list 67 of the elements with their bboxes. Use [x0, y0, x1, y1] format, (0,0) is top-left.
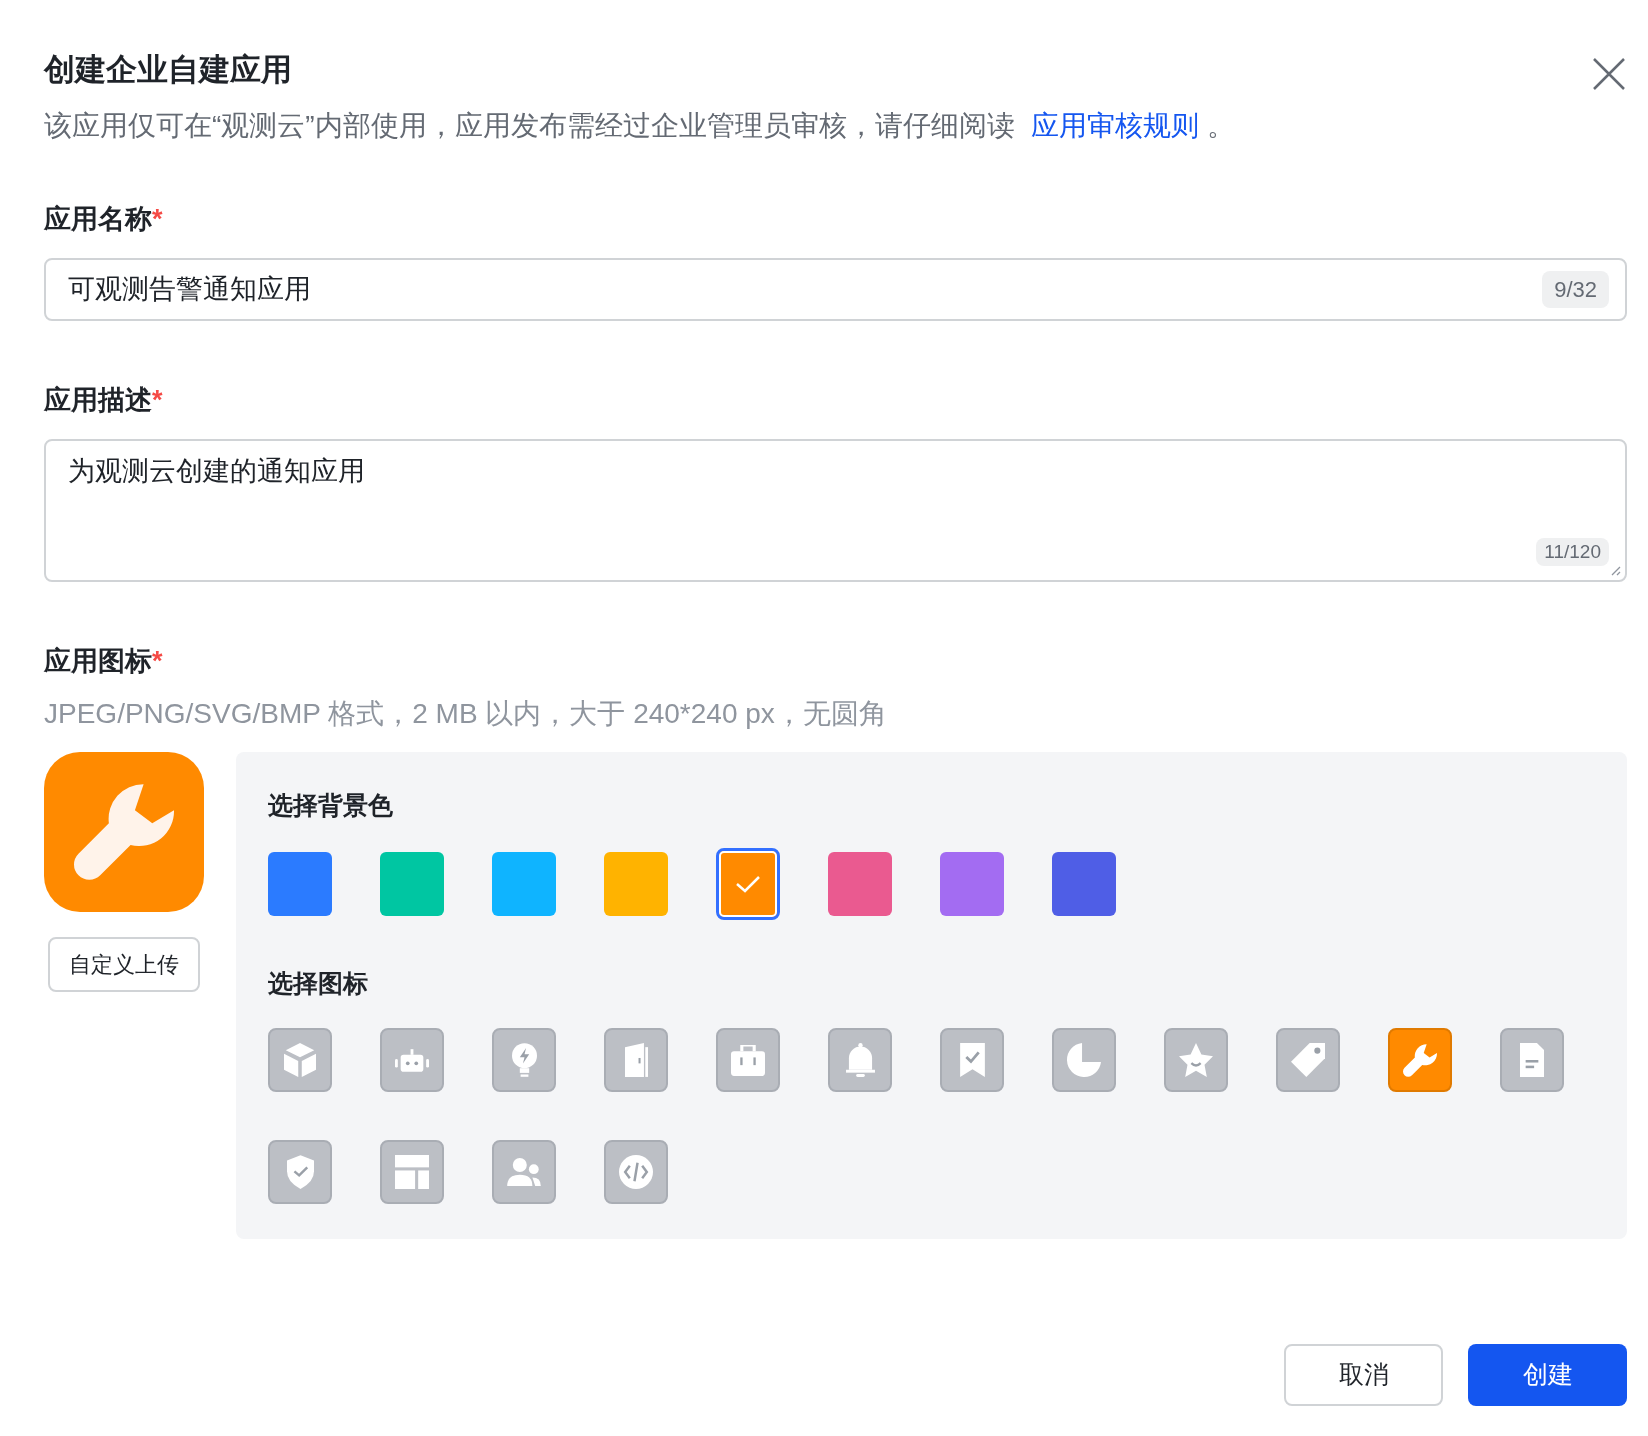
section-title: 选择背景色 [268, 790, 394, 821]
briefcase-icon [731, 1044, 765, 1076]
color-swatch[interactable] [492, 852, 556, 916]
checkmark-icon [735, 874, 761, 894]
cancel-button[interactable]: 取消 [1284, 1344, 1443, 1406]
character-counter: 11/120 [1536, 537, 1609, 566]
required-mark: * [152, 203, 163, 236]
users-icon [507, 1158, 541, 1186]
color-swatch[interactable] [380, 852, 444, 916]
character-counter: 9/32 [1542, 271, 1609, 308]
field-label: 应用描述 [44, 384, 152, 417]
icon-option[interactable] [380, 1140, 444, 1204]
input-value: 可观测告警通知应用 [68, 273, 312, 307]
color-swatch[interactable] [604, 852, 668, 916]
field-label: 应用名称 [44, 203, 152, 236]
icon-option[interactable] [492, 1140, 556, 1204]
custom-upload-button[interactable]: 自定义上传 [48, 937, 200, 992]
icon-option[interactable] [940, 1028, 1004, 1092]
wrench-icon [74, 784, 174, 880]
bell-icon [845, 1043, 875, 1077]
dialog-description: 该应用仅可在“观测云”内部使用，应用发布需经过企业管理员审核，请仔细阅读 [44, 109, 1015, 143]
review-rules-link[interactable]: 应用审核规则 [1030, 108, 1199, 144]
color-swatch[interactable] [940, 852, 1004, 916]
close-icon [1592, 57, 1626, 91]
icon-option[interactable] [492, 1028, 556, 1092]
dialog-title: 创建企业自建应用 [44, 51, 293, 89]
shield-check-icon [286, 1155, 314, 1189]
icon-option[interactable] [828, 1028, 892, 1092]
lightbulb-icon [511, 1043, 537, 1077]
required-mark: * [152, 384, 163, 417]
wrench-icon [1403, 1043, 1437, 1077]
code-icon [619, 1155, 653, 1189]
required-mark: * [152, 645, 163, 678]
icon-option[interactable] [380, 1028, 444, 1092]
door-icon [624, 1043, 648, 1077]
icon-option[interactable] [268, 1028, 332, 1092]
close-button[interactable] [1591, 56, 1627, 92]
icon-option[interactable] [268, 1140, 332, 1204]
icon-option[interactable] [1500, 1028, 1564, 1092]
tag-icon [1291, 1043, 1325, 1077]
pie-chart-icon [1067, 1043, 1101, 1077]
layout-icon [395, 1155, 429, 1189]
app-name-input[interactable]: 可观测告警通知应用 9/32 [44, 258, 1627, 321]
field-label: 应用图标 [44, 645, 152, 678]
icon-option[interactable] [604, 1140, 668, 1204]
document-icon [1520, 1043, 1544, 1077]
section-title: 选择图标 [268, 968, 369, 999]
color-swatch[interactable] [716, 848, 780, 920]
app-description-textarea[interactable]: 为观测云创建的通知应用 11/120 [44, 439, 1627, 582]
color-swatch[interactable] [828, 852, 892, 916]
icon-option[interactable] [604, 1028, 668, 1092]
resize-handle-icon[interactable] [1609, 564, 1621, 576]
cube-icon [284, 1043, 316, 1077]
icon-option[interactable] [1164, 1028, 1228, 1092]
bookmark-check-icon [959, 1043, 985, 1077]
textarea-value: 为观测云创建的通知应用 [68, 456, 365, 486]
color-swatch[interactable] [268, 852, 332, 916]
robot-icon [395, 1048, 429, 1072]
icon-option[interactable] [1276, 1028, 1340, 1092]
icon-hint: JPEG/PNG/SVG/BMP 格式，2 MB 以内，大于 240*240 px，无圆角 [44, 697, 888, 731]
icon-option[interactable] [1052, 1028, 1116, 1092]
icon-option[interactable] [716, 1028, 780, 1092]
star-icon [1179, 1043, 1213, 1077]
color-swatch[interactable] [1052, 852, 1116, 916]
icon-option[interactable] [1388, 1028, 1452, 1092]
description-end: 。 [1206, 109, 1235, 143]
create-button[interactable]: 创建 [1468, 1344, 1627, 1406]
